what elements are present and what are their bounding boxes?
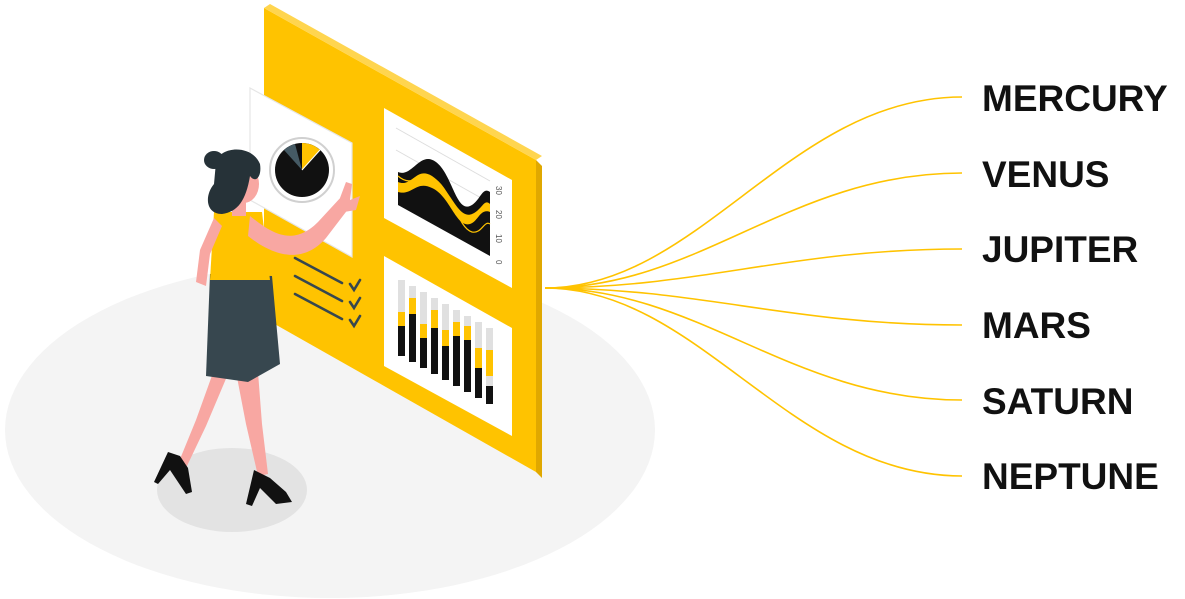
bar-5-black: [442, 346, 449, 380]
bar-4-yellow: [431, 310, 438, 328]
wave-tick-label-20: 20: [494, 210, 503, 219]
bar-8-yellow: [475, 348, 482, 368]
bar-2-yellow: [409, 298, 416, 314]
bar-2-black: [409, 314, 416, 362]
wave-tick-label-0: 0: [494, 260, 503, 265]
bar-8-black: [475, 368, 482, 398]
bar-7-yellow: [464, 326, 471, 340]
wave-tick-label-30: 30: [494, 186, 503, 195]
label-venus: VENUS: [982, 154, 1110, 195]
label-neptune: NEPTUNE: [982, 456, 1159, 497]
bar-9-black: [486, 386, 493, 404]
label-mercury: MERCURY: [982, 78, 1168, 119]
bar-6-black: [453, 336, 460, 386]
label-jupiter: JUPITER: [982, 229, 1139, 270]
woman-skirt: [206, 274, 280, 382]
bar-3-yellow: [420, 324, 427, 338]
bar-9-yellow: [486, 350, 493, 376]
woman-top: [210, 212, 270, 280]
woman-hair-bun: [204, 151, 224, 169]
bar-6-yellow: [453, 322, 460, 336]
bar-1-yellow: [398, 312, 405, 326]
connector-line-venus: [544, 172, 963, 289]
bar-5-yellow: [442, 330, 449, 346]
bar-3-black: [420, 338, 427, 368]
connector-line-mercury: [544, 96, 963, 289]
label-mars: MARS: [982, 305, 1091, 346]
wave-tick-label-10: 10: [494, 234, 503, 243]
bar-1-black: [398, 326, 405, 356]
bar-7-black: [464, 340, 471, 392]
board-side: [536, 160, 542, 478]
bar-4-black: [431, 328, 438, 374]
label-saturn: SATURN: [982, 381, 1134, 422]
